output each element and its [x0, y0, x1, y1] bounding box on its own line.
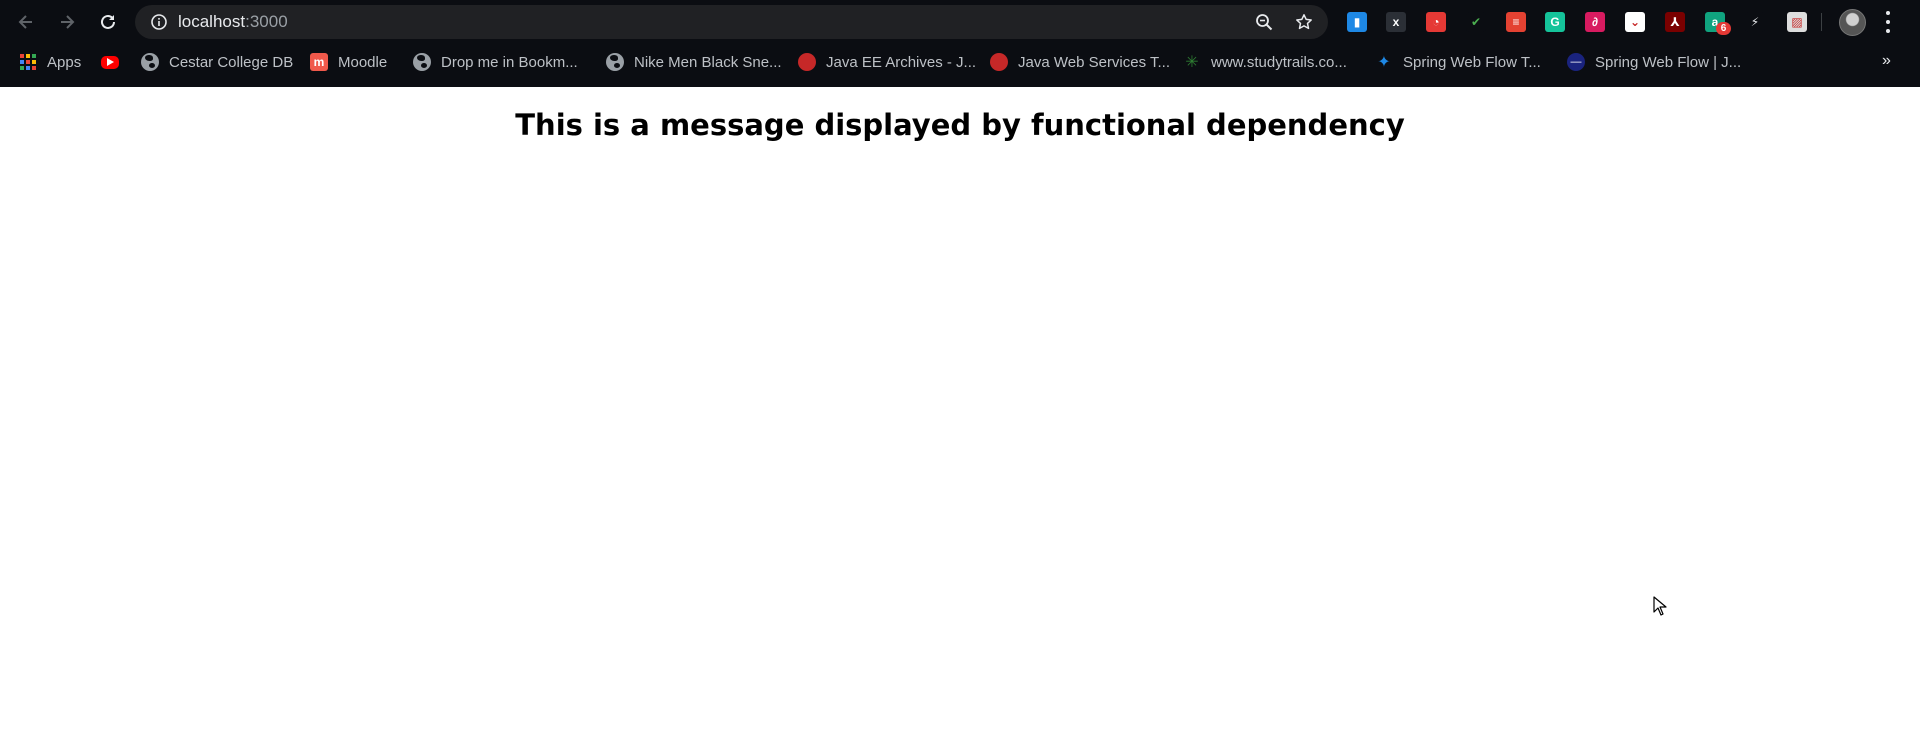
timer-extension-glyph: ◔ [1432, 15, 1440, 29]
info-icon[interactable] [151, 14, 167, 30]
arrow-left-icon [18, 15, 32, 29]
globe-icon [141, 53, 159, 71]
grammarly-extension-icon[interactable]: G [1545, 12, 1565, 32]
arrow-right-icon [61, 15, 75, 29]
x-extension-icon[interactable]: x [1386, 12, 1406, 32]
bookmark-label: Java Web Services T... [1018, 53, 1171, 71]
profile-avatar[interactable] [1839, 9, 1866, 36]
todoist-extension-glyph: ≡ [1512, 15, 1520, 29]
bookmark-youtube[interactable] [101, 50, 129, 74]
bookmark-drop-me[interactable]: Drop me in Bookm... [413, 50, 578, 74]
address-bar[interactable]: localhost:3000 [135, 5, 1328, 39]
browser-chrome: localhost:3000 ▮ x ◔ ✔ ≡ G ∂ ⌄ ⅄ a6 ⚡ ▨ [0, 0, 1920, 87]
moodle-icon: m [310, 53, 328, 71]
extension-badge-count: 6 [1716, 22, 1731, 35]
url-text[interactable]: localhost:3000 [178, 12, 288, 32]
page-content: This is a message displayed by functiona… [0, 87, 1920, 731]
java-icon [798, 53, 816, 71]
bookmarks-overflow-chevron-icon[interactable]: » [1882, 52, 1891, 70]
x-extension-glyph: x [1392, 15, 1400, 29]
bookmark-label: Apps [47, 53, 82, 71]
bookmark-label: Moodle [338, 53, 388, 71]
apps-grid-icon [19, 53, 37, 71]
bookmark-java-ee-archives[interactable]: Java EE Archives - J... [798, 50, 976, 74]
bookmark-label: Spring Web Flow T... [1403, 53, 1541, 71]
mouse-cursor-icon [1653, 596, 1667, 616]
adobe-pdf-extension-glyph: ⅄ [1670, 15, 1680, 29]
pocket-extension-glyph: ⌄ [1629, 15, 1641, 29]
toolbar-divider [1821, 13, 1822, 31]
reload-icon [101, 14, 115, 29]
image-extension-glyph: ▨ [1791, 15, 1803, 29]
pdf-sign-extension-icon[interactable]: ∂ [1585, 12, 1605, 32]
check-extension-icon[interactable]: ✔ [1466, 12, 1486, 32]
pdf-sign-extension-glyph: ∂ [1592, 15, 1598, 29]
trello-extension-glyph: ▮ [1353, 15, 1361, 29]
star-icon[interactable] [1295, 13, 1313, 31]
bookmark-spring-web-flow-t[interactable]: ✦ Spring Web Flow T... [1375, 50, 1541, 74]
globe-icon [606, 53, 624, 71]
zoom-icon[interactable] [1255, 13, 1273, 31]
forward-button[interactable] [54, 9, 80, 35]
pulse-extension-icon[interactable]: ⚡ [1745, 12, 1765, 32]
check-extension-glyph: ✔ [1470, 15, 1482, 29]
grammarly-extension-glyph: G [1550, 15, 1560, 29]
page-title: This is a message displayed by functiona… [515, 108, 1405, 142]
reload-button[interactable] [95, 9, 121, 35]
bookmark-label: Spring Web Flow | J... [1595, 53, 1742, 71]
bookmark-studytrails[interactable]: ✳ www.studytrails.co... [1183, 50, 1347, 74]
youtube-icon [101, 55, 119, 69]
bookmark-label: Cestar College DB [169, 53, 294, 71]
bookmarks-bar: Apps Cestar College DB m Moodle Drop me … [0, 48, 1920, 76]
java-icon [990, 53, 1008, 71]
bookmark-spring-web-flow-j[interactable]: — Spring Web Flow | J... [1567, 50, 1741, 74]
spring-icon: ✦ [1377, 54, 1391, 71]
bookmark-moodle[interactable]: m Moodle [310, 50, 387, 74]
adobe-pdf-extension-icon[interactable]: ⅄ [1665, 12, 1685, 32]
studytrails-icon: ✳ [1185, 54, 1199, 71]
browser-menu-button[interactable] [1884, 11, 1892, 33]
bookmark-apps[interactable]: Apps [19, 50, 81, 74]
globe-icon [413, 53, 431, 71]
browser-toolbar: localhost:3000 ▮ x ◔ ✔ ≡ G ∂ ⌄ ⅄ a 6 ⚡ ▨ [0, 0, 1920, 44]
spring-icon-2: — [1567, 53, 1585, 71]
image-extension-icon[interactable]: ▨ [1787, 12, 1807, 32]
bookmark-nike[interactable]: Nike Men Black Sne... [606, 50, 782, 74]
pocket-extension-icon[interactable]: ⌄ [1625, 12, 1645, 32]
bookmark-cestar-college-db[interactable]: Cestar College DB [141, 50, 293, 74]
bookmark-label: Drop me in Bookm... [441, 53, 578, 71]
badge-extension-icon[interactable]: a6 [1705, 12, 1731, 35]
back-button[interactable] [13, 9, 39, 35]
trello-extension-icon[interactable]: ▮ [1347, 12, 1367, 32]
url-host: localhost [178, 12, 246, 31]
timer-extension-icon[interactable]: ◔ [1426, 12, 1446, 32]
bookmark-label: Nike Men Black Sne... [634, 53, 782, 71]
bookmark-label: www.studytrails.co... [1211, 53, 1347, 71]
bookmark-java-web-services[interactable]: Java Web Services T... [990, 50, 1170, 74]
todoist-extension-icon[interactable]: ≡ [1506, 12, 1526, 32]
url-port: :3000 [245, 12, 288, 31]
bookmark-label: Java EE Archives - J... [826, 53, 977, 71]
pulse-extension-glyph: ⚡ [1750, 15, 1760, 29]
